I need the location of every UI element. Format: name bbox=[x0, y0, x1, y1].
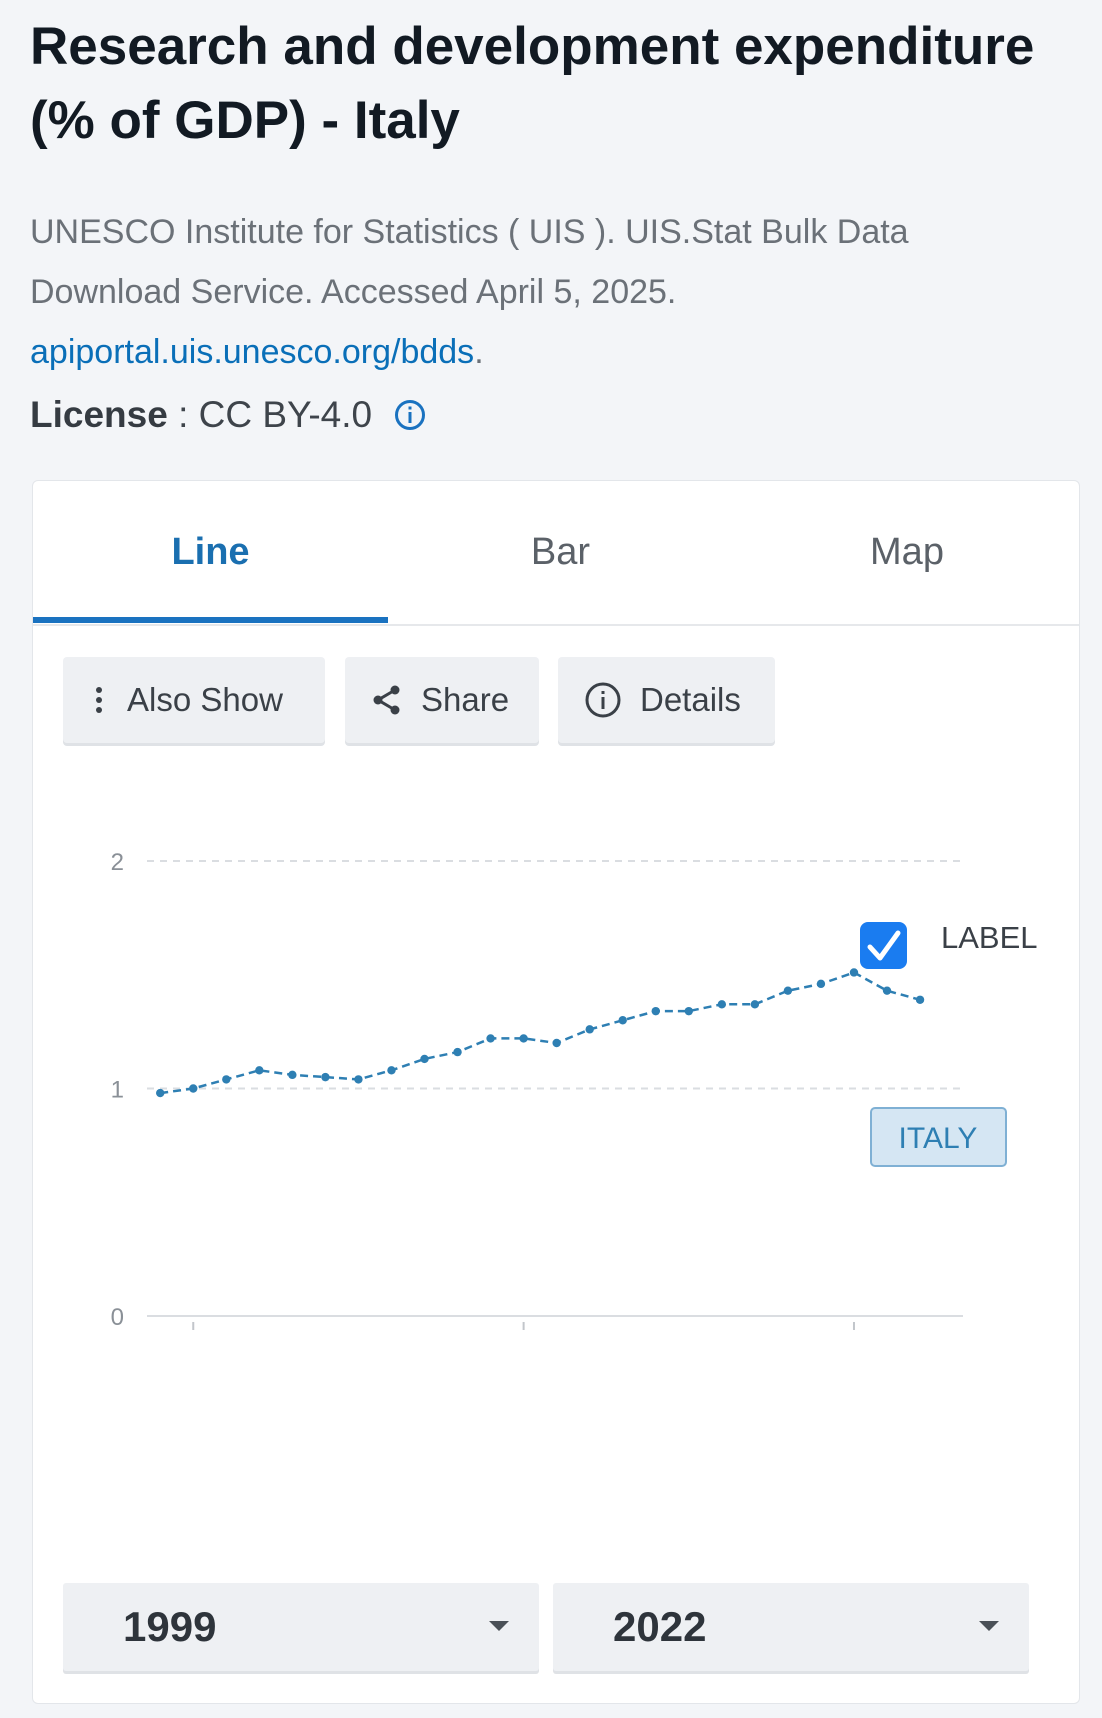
data-point[interactable] bbox=[849, 968, 859, 977]
license-line: License : CC BY-4.0 bbox=[30, 390, 426, 440]
license-value: CC BY-4.0 bbox=[198, 394, 373, 435]
line-chart: 0 1 2 LABEL ITALY bbox=[111, 849, 1038, 1331]
tab-line[interactable]: Line bbox=[33, 481, 388, 624]
tab-map[interactable]: Map bbox=[733, 481, 1081, 624]
data-point[interactable] bbox=[519, 1034, 528, 1043]
data-point[interactable] bbox=[354, 1075, 363, 1084]
series-label-badge: ITALY bbox=[870, 1107, 1007, 1167]
data-point[interactable] bbox=[387, 1066, 396, 1075]
start-year-value: 1999 bbox=[123, 1603, 217, 1650]
data-point[interactable] bbox=[684, 1006, 693, 1016]
y-tick-label: 0 bbox=[111, 1304, 124, 1331]
chart-card: Line Bar Map Also Show Share Details 0 1 2… bbox=[32, 480, 1080, 1704]
data-point[interactable] bbox=[618, 1016, 627, 1025]
data-point[interactable] bbox=[717, 1000, 727, 1009]
data-point[interactable] bbox=[651, 1006, 660, 1016]
data-point[interactable] bbox=[321, 1072, 330, 1082]
data-point[interactable] bbox=[750, 1000, 760, 1009]
chevron-down-icon bbox=[979, 1621, 999, 1631]
license-label: License bbox=[30, 394, 168, 435]
label-toggle-text: LABEL bbox=[941, 920, 1038, 955]
share-button[interactable]: Share bbox=[345, 657, 539, 743]
data-point[interactable] bbox=[816, 979, 826, 989]
chart-tabs: Line Bar Map bbox=[33, 481, 1079, 626]
series-label-text: ITALY bbox=[899, 1122, 978, 1155]
data-point[interactable] bbox=[486, 1034, 495, 1043]
source-text: UNESCO Institute for Statistics ( UIS ).… bbox=[30, 213, 909, 311]
data-point[interactable] bbox=[255, 1066, 264, 1075]
license-separator: : bbox=[167, 394, 199, 435]
source-link[interactable]: apiportal.uis.unesco.org/bdds bbox=[30, 333, 474, 371]
label-checkbox[interactable] bbox=[860, 922, 907, 969]
data-point[interactable] bbox=[915, 995, 925, 1004]
chevron-down-icon bbox=[489, 1621, 509, 1631]
info-circle-icon bbox=[585, 682, 621, 718]
y-tick-label: 2 bbox=[111, 849, 124, 876]
source-citation: UNESCO Institute for Statistics ( UIS ).… bbox=[30, 202, 1030, 382]
data-point[interactable] bbox=[552, 1038, 561, 1048]
end-year-select[interactable]: 2022 bbox=[553, 1583, 1029, 1671]
also-show-button[interactable]: Also Show bbox=[63, 657, 325, 743]
data-point[interactable] bbox=[288, 1070, 297, 1080]
y-tick-label: 1 bbox=[111, 1077, 124, 1104]
share-label: Share bbox=[421, 681, 510, 718]
active-tab-indicator bbox=[33, 617, 388, 623]
info-icon[interactable] bbox=[394, 399, 426, 431]
start-year-select[interactable]: 1999 bbox=[63, 1583, 539, 1671]
data-point[interactable] bbox=[453, 1047, 462, 1057]
details-button[interactable]: Details bbox=[558, 657, 775, 743]
end-year-value: 2022 bbox=[613, 1603, 707, 1650]
data-point[interactable] bbox=[585, 1025, 594, 1034]
tab-bar[interactable]: Bar bbox=[388, 481, 733, 624]
also-show-label: Also Show bbox=[127, 681, 283, 718]
series-line-italy bbox=[160, 971, 921, 1095]
data-point[interactable] bbox=[420, 1054, 429, 1064]
more-vertical-icon bbox=[96, 687, 102, 713]
data-point[interactable] bbox=[783, 986, 793, 995]
details-label: Details bbox=[640, 681, 741, 718]
data-point[interactable] bbox=[189, 1084, 198, 1093]
data-point[interactable] bbox=[156, 1088, 165, 1098]
source-link-suffix: . bbox=[474, 333, 484, 371]
label-toggle[interactable]: LABEL bbox=[860, 920, 1038, 969]
page-title: Research and development expenditure (% … bbox=[30, 17, 1035, 150]
data-point[interactable] bbox=[882, 986, 892, 995]
share-icon bbox=[373, 685, 400, 715]
data-point[interactable] bbox=[222, 1075, 231, 1084]
